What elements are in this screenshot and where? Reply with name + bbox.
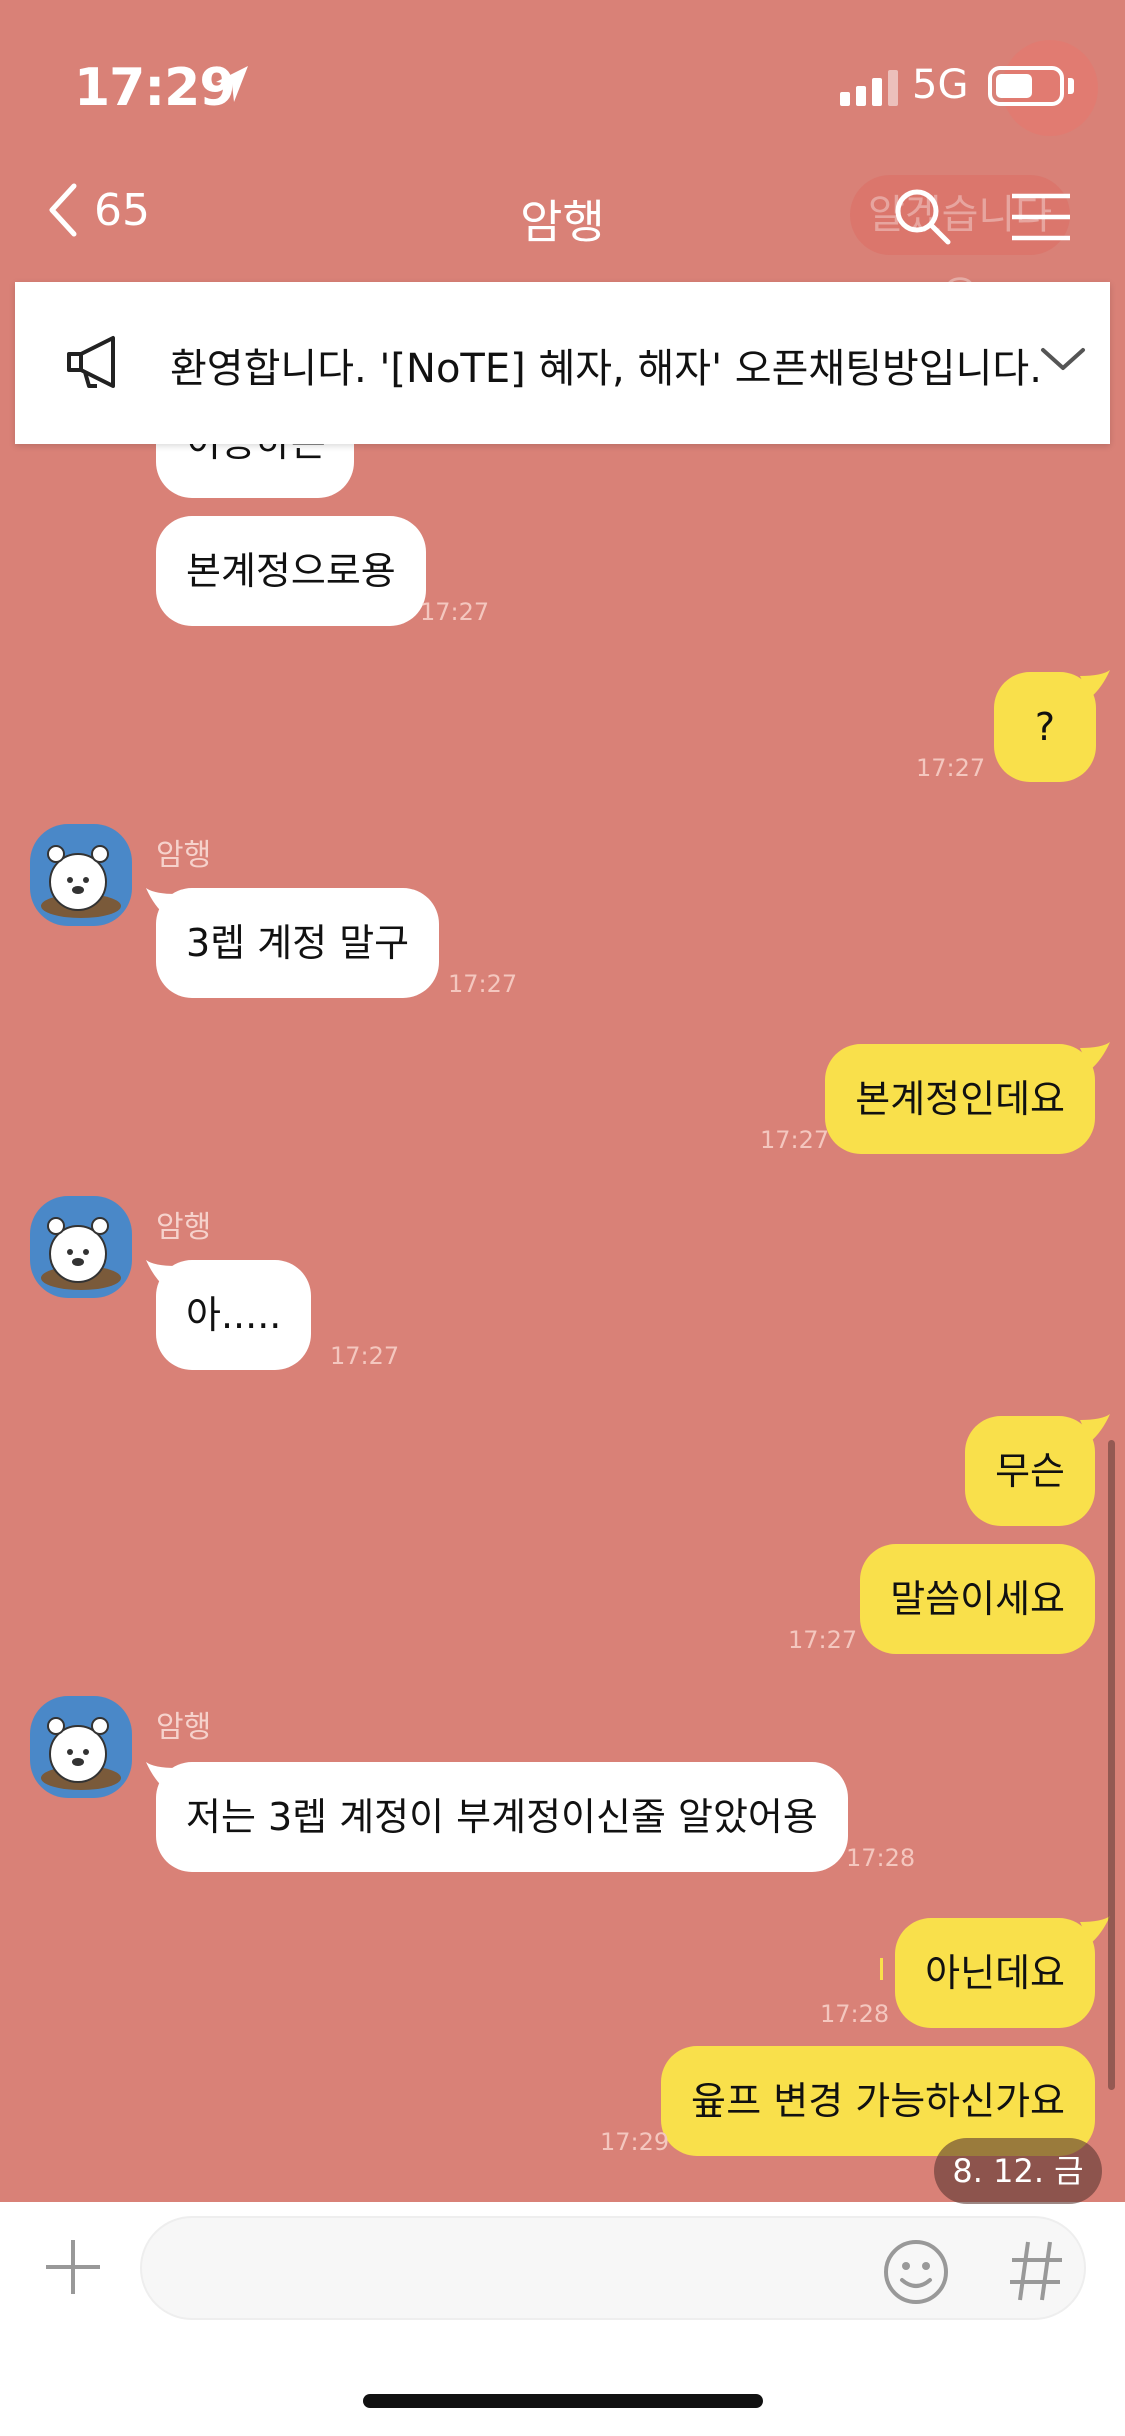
message-time: 17:27 [330, 1342, 400, 1370]
message-text: 윺프 변경 가능하신가요 [691, 2079, 1065, 2123]
date-pill[interactable]: 8. 12. 금 [934, 2138, 1102, 2204]
bubble-tail [1080, 1414, 1110, 1442]
message-time: 17:27 [788, 1626, 858, 1654]
bubble-tail [1080, 670, 1110, 698]
message-time: 17:27 [916, 754, 986, 782]
bear-avatar-icon [41, 1717, 121, 1790]
message-text: 아..... [186, 1293, 282, 1337]
message-time: 17:28 [846, 1844, 916, 1872]
scrollbar[interactable] [1108, 1440, 1115, 2090]
network-label: 5G [912, 62, 969, 108]
menu-icon[interactable] [1010, 192, 1072, 242]
status-time: 17:29 [74, 58, 236, 118]
sender-name: 암행 [156, 1210, 212, 1245]
sender-name: 암행 [156, 1710, 212, 1745]
message-text: 아닌데요 [925, 1951, 1065, 1995]
message-time: 17:27 [760, 1126, 830, 1154]
avatar[interactable] [30, 1696, 132, 1798]
bear-avatar-icon [41, 1217, 121, 1290]
unread-marker [662, 2086, 665, 2108]
message-time: 17:27 [448, 970, 518, 998]
message-text: 무슨 [995, 1449, 1065, 1493]
bubble-tail [1080, 1916, 1110, 1944]
message-bubble[interactable]: 저는 3렙 계정이 부계정이신줄 알았어용 [156, 1762, 848, 1872]
bubble-tail [1080, 1042, 1110, 1070]
avatar[interactable] [30, 1196, 132, 1298]
home-indicator [363, 2394, 763, 2408]
message-text: 3렙 계정 말구 [186, 921, 410, 965]
megaphone-icon [67, 336, 115, 388]
message-time: 17:29 [600, 2128, 670, 2156]
emoji-icon[interactable] [880, 2236, 952, 2308]
message-bubble[interactable]: 무슨 [965, 1416, 1095, 1526]
message-text: 말씀이세요 [890, 1577, 1065, 1621]
message-bubble[interactable]: 아..... [156, 1260, 312, 1370]
message-bubble[interactable]: 본계정으로용 [156, 516, 426, 626]
message-bubble[interactable]: 아닌데요 [895, 1918, 1095, 2028]
battery-icon [988, 66, 1064, 106]
chevron-down-icon[interactable] [1039, 344, 1087, 374]
message-text: 본계정으로용 [186, 549, 396, 593]
message-text: ? [1034, 705, 1056, 749]
plus-icon[interactable] [38, 2232, 108, 2302]
hashtag-icon[interactable] [1004, 2236, 1068, 2306]
sender-name: 암행 [156, 838, 212, 873]
message-time: 17:27 [420, 598, 490, 626]
message-bubble[interactable]: 말씀이세요 [860, 1544, 1095, 1654]
avatar[interactable] [30, 824, 132, 926]
notice-banner[interactable]: 환영합니다. '[NoTE] 혜자, 해자' 오픈채팅방입니다. [15, 282, 1110, 444]
search-icon[interactable] [892, 186, 952, 246]
notice-text: 환영합니다. '[NoTE] 혜자, 해자' 오픈채팅방입니다. [170, 346, 1042, 392]
location-arrow-icon [216, 66, 248, 102]
message-text: 저는 3렙 계정이 부계정이신줄 알았어용 [186, 1795, 818, 1839]
unread-marker [880, 1958, 883, 1980]
battery-nub [1068, 78, 1074, 94]
message-bubble[interactable]: 본계정인데요 [825, 1044, 1095, 1154]
signal-icon [840, 70, 898, 106]
message-text: 본계정인데요 [855, 1077, 1065, 1121]
message-bubble[interactable]: 3렙 계정 말구 [156, 888, 440, 998]
message-time: 17:28 [820, 2000, 890, 2028]
bear-avatar-icon [41, 845, 121, 918]
